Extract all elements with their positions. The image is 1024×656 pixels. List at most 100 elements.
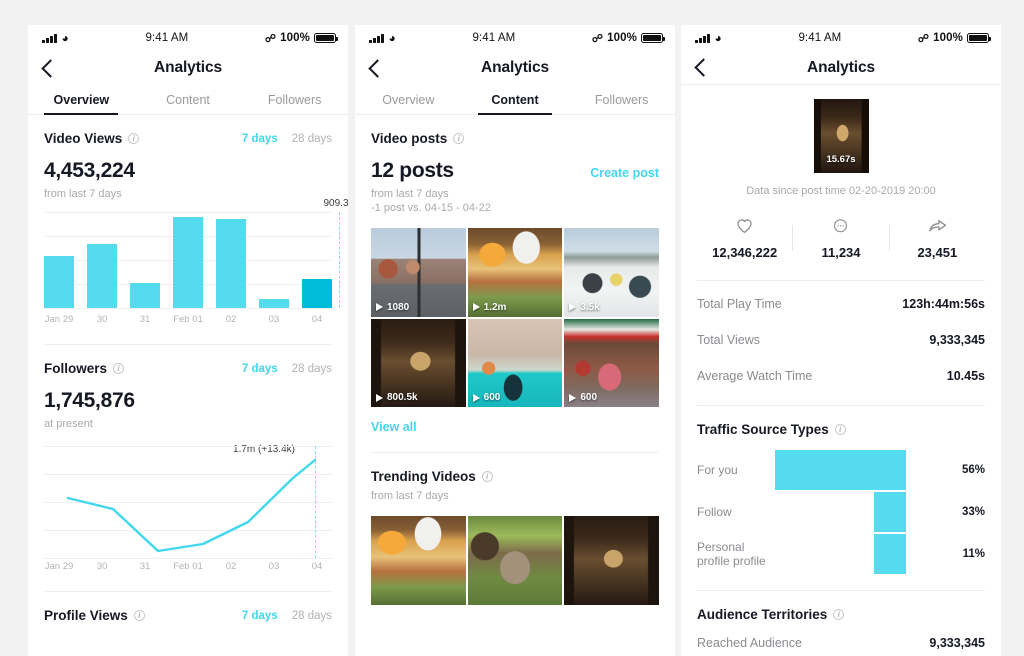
tab-content[interactable]: Content — [462, 85, 569, 114]
status-bar: ◕ 9:41 AM ☍ 100% — [355, 25, 675, 51]
phone-post-detail: ◕ 9:41 AM ☍ 100% Analytics 15.67s Data s… — [681, 25, 1001, 656]
tab-overview[interactable]: Overview — [355, 85, 462, 114]
range-7-days[interactable]: 7 days — [242, 363, 278, 375]
video-view-count-row: 600 — [472, 392, 500, 403]
play-icon — [376, 303, 383, 312]
x-tick-0: Jan 29 — [44, 561, 74, 572]
bar-03[interactable] — [259, 299, 289, 308]
line-chart-plot — [44, 446, 332, 559]
create-post-button[interactable]: Create post — [590, 166, 659, 180]
tab-bar: Overview Content Followers — [355, 85, 675, 115]
post-duration: 15.67s — [826, 154, 856, 165]
play-icon — [376, 393, 383, 402]
page-title: Analytics — [806, 58, 876, 76]
metric-value: 10.45s — [946, 369, 985, 383]
range-28-days[interactable]: 28 days — [292, 610, 332, 622]
status-left: ◕ — [42, 32, 69, 44]
info-icon[interactable]: i — [481, 471, 493, 483]
status-left: ◕ — [369, 32, 396, 44]
x-tick-5: 03 — [268, 314, 280, 325]
tab-content[interactable]: Content — [135, 85, 242, 114]
range-7-days[interactable]: 7 days — [242, 133, 278, 145]
video-views-chart: 909.3k — [28, 198, 348, 309]
status-right: ☍ 100% — [265, 32, 338, 45]
info-icon[interactable]: i — [133, 610, 145, 621]
video-thumb[interactable]: 3.5k — [564, 228, 659, 317]
bar-jan-29[interactable] — [44, 256, 74, 308]
content-scroll[interactable]: Video posts i 12 posts Create post from … — [355, 115, 675, 656]
engagement-shares[interactable]: 23,451 — [890, 215, 985, 260]
cellular-bars-icon — [369, 33, 384, 43]
bar-peak-marker — [338, 212, 340, 308]
engagement-likes[interactable]: 12,346,222 — [697, 215, 792, 260]
x-tick-6: 04 — [311, 314, 323, 325]
traffic-bar[interactable] — [874, 534, 907, 574]
bar-31[interactable] — [130, 283, 160, 308]
post-thumbnail[interactable]: 15.67s — [813, 99, 869, 173]
traffic-bar[interactable] — [874, 492, 907, 532]
bar-feb-01[interactable] — [173, 216, 203, 308]
traffic-track — [775, 450, 955, 490]
traffic-row-personal-profile: Personal profile profile 11% — [681, 534, 1001, 574]
bar-peak-label: 909.3k — [323, 198, 348, 209]
nav-bar: Analytics — [28, 51, 348, 85]
likes-count: 12,346,222 — [712, 245, 778, 260]
range-28-days[interactable]: 28 days — [292, 133, 332, 145]
video-views-title: Video Views — [44, 131, 123, 146]
range-28-days[interactable]: 28 days — [292, 363, 332, 375]
followers-header: Followers i 7 days 28 days — [44, 345, 332, 378]
overview-scroll[interactable]: Video Views i 7 days 28 days 4,453,224 f… — [28, 115, 348, 656]
status-right: ☍ 100% — [592, 32, 665, 45]
heart-icon — [697, 215, 792, 237]
trending-caption: from last 7 days — [371, 490, 449, 503]
video-thumb[interactable]: 600 — [564, 318, 659, 408]
tab-followers[interactable]: Followers — [568, 85, 675, 114]
bar-30[interactable] — [87, 243, 117, 308]
nav-bar: Analytics — [355, 51, 675, 85]
info-icon[interactable]: i — [113, 363, 125, 374]
video-thumb[interactable]: 1080 — [371, 228, 466, 317]
shares-count: 23,451 — [917, 245, 958, 260]
info-icon[interactable]: i — [128, 133, 140, 144]
trending-videos-section: Trending Videos i from last 7 days — [355, 453, 675, 605]
info-icon[interactable]: i — [834, 424, 846, 435]
play-icon — [472, 303, 480, 312]
wifi-icon: ◕ — [388, 31, 396, 45]
video-thumb[interactable] — [371, 516, 466, 605]
range-7-days[interactable]: 7 days — [242, 610, 278, 622]
screenshot-stage: ◕ 9:41 AM ☍ 100% Analytics Overview Cont… — [0, 0, 1024, 656]
video-thumb[interactable] — [564, 516, 659, 605]
bar-02[interactable] — [216, 218, 246, 308]
video-thumb[interactable]: 800.5k — [371, 318, 466, 408]
metric-row: Total Play Time 123h:44m:56s — [681, 281, 1001, 311]
video-thumb[interactable]: 1.2m — [467, 228, 563, 317]
reached-audience-key: Reached Audience — [697, 636, 802, 650]
traffic-header: Traffic Source Types i — [697, 406, 985, 439]
engagement-comments[interactable]: 11,234 — [793, 215, 888, 260]
video-view-count-row: 3.5k — [569, 302, 600, 313]
status-time: 9:41 AM — [472, 32, 516, 44]
video-posts-header: Video posts i — [371, 115, 659, 148]
battery-percent: 100% — [933, 32, 963, 44]
video-grid: 1080 1.2m 3.5k 800.5k 600 600 — [371, 228, 659, 408]
tab-followers[interactable]: Followers — [241, 85, 348, 114]
post-detail-scroll[interactable]: 15.67s Data since post time 02-20-2019 2… — [681, 85, 1001, 656]
video-thumb[interactable]: 600 — [467, 318, 563, 408]
video-view-count: 1080 — [387, 301, 410, 313]
post-thumbnail-wrap: 15.67s — [681, 85, 1001, 173]
wifi-icon: ◕ — [714, 31, 722, 45]
traffic-label: For you — [697, 463, 738, 477]
status-right: ☍ 100% — [918, 32, 991, 45]
info-icon[interactable]: i — [833, 609, 845, 620]
video-posts-count-row: 12 posts Create post — [371, 159, 659, 183]
view-all-link[interactable]: View all — [371, 420, 659, 434]
video-thumb[interactable] — [467, 516, 563, 605]
video-view-count-row: 1080 — [376, 302, 409, 313]
audience-title: Audience Territories — [697, 607, 828, 622]
bar-04[interactable] — [302, 279, 332, 308]
tab-overview[interactable]: Overview — [28, 85, 135, 114]
x-tick-1: 30 — [96, 561, 108, 572]
metric-row: Total Views 9,333,345 — [681, 311, 1001, 347]
traffic-bar[interactable] — [775, 450, 907, 490]
info-icon[interactable]: i — [453, 133, 465, 144]
